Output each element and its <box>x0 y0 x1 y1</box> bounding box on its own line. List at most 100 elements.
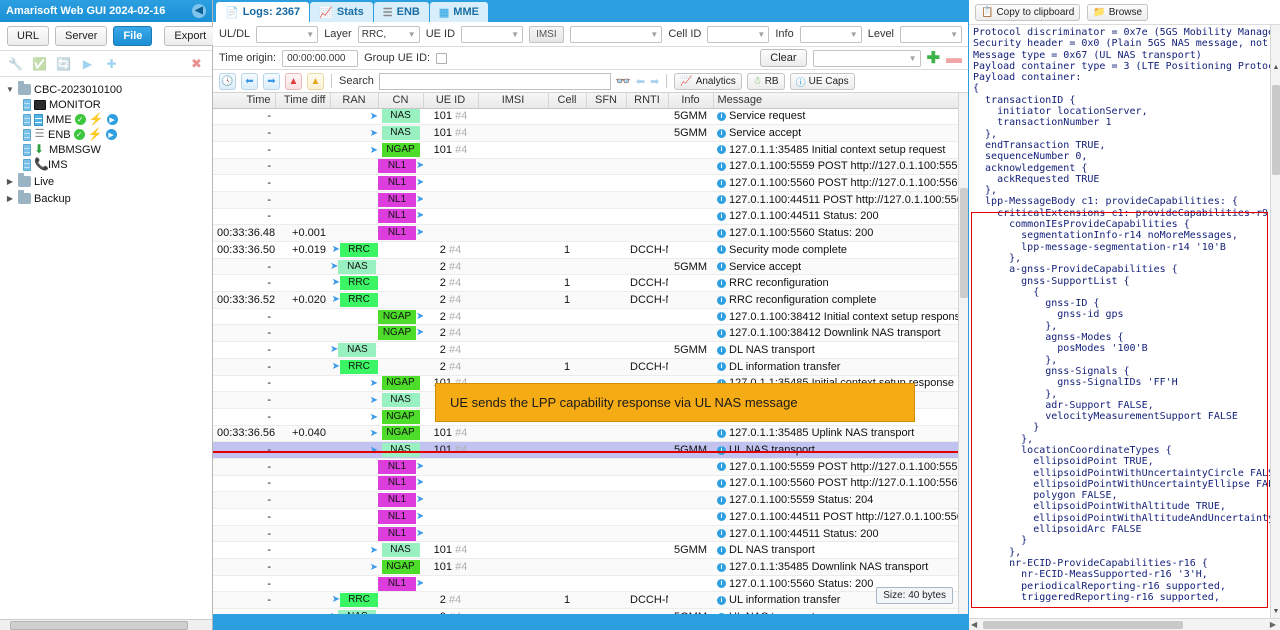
rb-button[interactable]: ☃ RB <box>746 72 785 90</box>
scroll-thumb[interactable] <box>10 621 188 630</box>
binoculars-icon[interactable]: 👓 <box>616 74 631 88</box>
table-row[interactable]: - NL1➤ i127.0.1.100:44511 POST http://127.… <box>213 508 968 526</box>
plus-icon[interactable]: ✚ <box>927 50 940 66</box>
level-select[interactable]: ▼ <box>900 25 962 43</box>
table-row[interactable]: -➤NAS➤2 #45GMMiDL NAS transport <box>213 341 968 359</box>
tree-item-mme[interactable]: MME ✓ ⚡ ▶ <box>5 112 212 127</box>
clock-icon[interactable]: 🕓 <box>219 72 236 90</box>
table-row[interactable]: - NL1➤ i127.0.1.100:5560 Status: 200 <box>213 575 968 593</box>
close-icon[interactable]: ✖ <box>189 56 204 71</box>
chevron-right-icon[interactable]: ▶ <box>5 177 15 186</box>
prev-arrow-icon[interactable]: ⬅ <box>636 75 645 88</box>
plug-icon[interactable]: ✚ <box>104 56 119 71</box>
table-row[interactable]: - NL1➤ i127.0.1.100:44511 Status: 200 <box>213 525 968 543</box>
browse-button[interactable]: 📁 Browse <box>1087 3 1149 21</box>
table-row[interactable]: - NL1➤ i127.0.1.100:44511 Status: 200 <box>213 208 968 226</box>
tab-mme[interactable]: ▦ MME <box>429 2 488 22</box>
col-info[interactable]: Info <box>668 93 714 109</box>
scroll-up-arrow-icon[interactable]: ▲ <box>1272 63 1280 72</box>
scroll-down-arrow-icon[interactable]: ▼ <box>1272 607 1280 616</box>
table-row[interactable]: -➤NAS➤2 #45GMMiService accept <box>213 258 968 276</box>
tree-item-backup[interactable]: ▶ Backup <box>5 190 212 206</box>
table-row[interactable]: - NL1➤ i127.0.1.100:5560 POST http://127.0… <box>213 475 968 493</box>
col-ueid[interactable]: UE ID <box>423 93 479 109</box>
export-button[interactable]: Export <box>164 26 217 46</box>
play-circle-icon[interactable]: ▶ <box>80 56 95 71</box>
wrench-icon[interactable]: 🔧 <box>8 56 23 71</box>
check-circle-icon[interactable]: ✅ <box>32 56 47 71</box>
table-row[interactable]: - NL1➤ i127.0.1.100:5559 Status: 204 <box>213 491 968 509</box>
tree-item-enb[interactable]: ☰ ENB ✓ ⚡ ▶ <box>5 127 212 142</box>
tree-item-live[interactable]: ▶ Live <box>5 173 212 189</box>
table-row[interactable]: - NL1➤ i127.0.1.100:5559 POST http://127.0… <box>213 158 968 176</box>
server-button[interactable]: Server <box>55 26 108 46</box>
col-timediff[interactable]: Time diff <box>275 93 331 109</box>
url-button[interactable]: URL <box>7 26 50 46</box>
table-row[interactable]: - NL1➤ i127.0.1.100:5559 POST http://127.0… <box>213 458 968 476</box>
col-rnti[interactable]: RNTI <box>626 93 669 109</box>
col-imsi[interactable]: IMSI <box>478 93 549 109</box>
table-row[interactable]: - ➤ NAS 101 #4 5GMM i Service request <box>213 108 968 126</box>
log-table-vscrollbar[interactable] <box>958 93 968 614</box>
table-row[interactable]: - ➤ NAS 101 #4 5GMM i DL NAS transport <box>213 541 968 560</box>
cellid-select[interactable]: ▼ <box>707 25 770 43</box>
chevron-down-icon[interactable]: ▼ <box>5 85 15 94</box>
analytics-button[interactable]: 📈 Analytics <box>674 72 742 90</box>
play-circle-icon[interactable]: ▶ <box>106 114 118 125</box>
table-row[interactable]: 00:33:36.563 +0.040 ➤ NGAP 101 #4 i 127.0.1.1:… <box>213 425 968 443</box>
scroll-thumb[interactable] <box>983 621 1183 629</box>
tree-item-cbc[interactable]: ▼ CBC-2023010100 <box>5 81 212 97</box>
ue-caps-button[interactable]: ⓘ UE Caps <box>789 72 855 90</box>
tree-item-monitor[interactable]: MONITOR <box>5 97 212 112</box>
imsi-select[interactable]: ▼ <box>569 25 663 43</box>
next-arrow-icon[interactable]: ➡ <box>650 75 659 88</box>
forward-arrow-icon[interactable]: ➡ <box>263 72 280 90</box>
table-row[interactable]: - ➤ NGAP 101 #4 i 127.0.1.1:35485 Downlink NA… <box>213 558 968 576</box>
col-ran[interactable]: RAN <box>330 93 379 109</box>
uldl-select[interactable]: ▼ <box>256 25 319 43</box>
detail-hscrollbar[interactable]: ◀ ▶ <box>969 618 1280 630</box>
col-sfn[interactable]: SFN <box>586 93 627 109</box>
tab-stats[interactable]: 📈 Stats <box>310 2 373 22</box>
table-row[interactable]: - ➤ NAS 101 #4 5GMM i Service accept <box>213 124 968 142</box>
file-button[interactable]: File <box>113 26 153 46</box>
scroll-thumb[interactable] <box>1272 85 1280 175</box>
detail-body[interactable]: Protocol discriminator = 0x7e (5GS Mobil… <box>969 25 1280 618</box>
left-panel-hscrollbar[interactable] <box>0 619 212 630</box>
info-select[interactable]: ▼ <box>799 25 862 43</box>
table-row[interactable]: 00:33:36.484+0.001 NL1➤ i127.0.1.100:5560 … <box>213 224 968 242</box>
col-message[interactable]: Message <box>713 93 968 109</box>
warning-triangle-icon[interactable]: ▲ <box>307 72 324 90</box>
tab-logs[interactable]: 📄 Logs: 2367 <box>216 2 310 22</box>
table-row[interactable]: - NL1➤ i127.0.1.100:5560 POST http://127.0… <box>213 174 968 192</box>
table-row[interactable]: - ➤RRC 2 #4 1 DCCH-NR iDL information transfe… <box>213 358 968 376</box>
preset-select[interactable]: ▼ <box>812 49 921 67</box>
back-arrow-icon[interactable]: ⬅ <box>241 72 258 90</box>
error-triangle-icon[interactable]: ▲ <box>285 72 302 90</box>
imsi-button[interactable]: IMSI <box>529 25 564 43</box>
table-row[interactable]: - ➤NGAP101 #4 i127.0.1.1:35485 Initial con… <box>213 141 968 159</box>
tab-enb[interactable]: ☰ ENB <box>373 2 429 22</box>
table-row[interactable]: - NGAP➤2 #4 i127.0.1.100:38412 Downlink NA… <box>213 324 968 343</box>
time-origin-input[interactable]: 00:00:00.000 <box>282 49 359 67</box>
tree-item-ims[interactable]: 📞 IMS <box>5 157 212 172</box>
scroll-right-arrow-icon[interactable]: ▶ <box>1270 620 1276 629</box>
play-circle-icon[interactable]: ▶ <box>105 129 117 140</box>
table-row[interactable]: - ➤RRC 2 #4 1 DCCH-NR iRRC reconfiguration <box>213 274 968 293</box>
clear-button[interactable]: Clear <box>760 49 807 67</box>
detail-vscrollbar[interactable]: ▲ ▼ <box>1270 25 1280 618</box>
table-row[interactable]: - NL1➤ i127.0.1.100:44511 POST http://127.… <box>213 191 968 209</box>
copy-to-clipboard-button[interactable]: 📋 Copy to clipboard <box>975 3 1081 21</box>
chevron-right-icon[interactable]: ▶ <box>5 194 15 203</box>
group-ueid-checkbox[interactable] <box>436 52 448 64</box>
scroll-left-arrow-icon[interactable]: ◀ <box>971 620 977 629</box>
tree-item-mbmsgw[interactable]: ⬇ MBMSGW <box>5 142 212 157</box>
table-row[interactable]: 00:33:36.523+0.020➤RRC 2 #4 1 DCCH-NR iRRC r… <box>213 291 968 309</box>
search-input[interactable] <box>378 72 611 90</box>
table-row[interactable]: - ➤RRC 2 #4 1 DCCH-NR iUL information transfe… <box>213 591 968 610</box>
table-row[interactable]: 00:33:36.503+0.019➤RRC 2 #4 1 DCCH-NR iSecur… <box>213 241 968 259</box>
col-time[interactable]: Time <box>213 93 276 109</box>
chevron-left-icon[interactable]: ◀ <box>192 4 206 18</box>
refresh-icon[interactable]: 🔄 <box>56 56 71 71</box>
table-row[interactable]: - NGAP➤2 #4 i127.0.1.100:38412 Initial con… <box>213 308 968 326</box>
